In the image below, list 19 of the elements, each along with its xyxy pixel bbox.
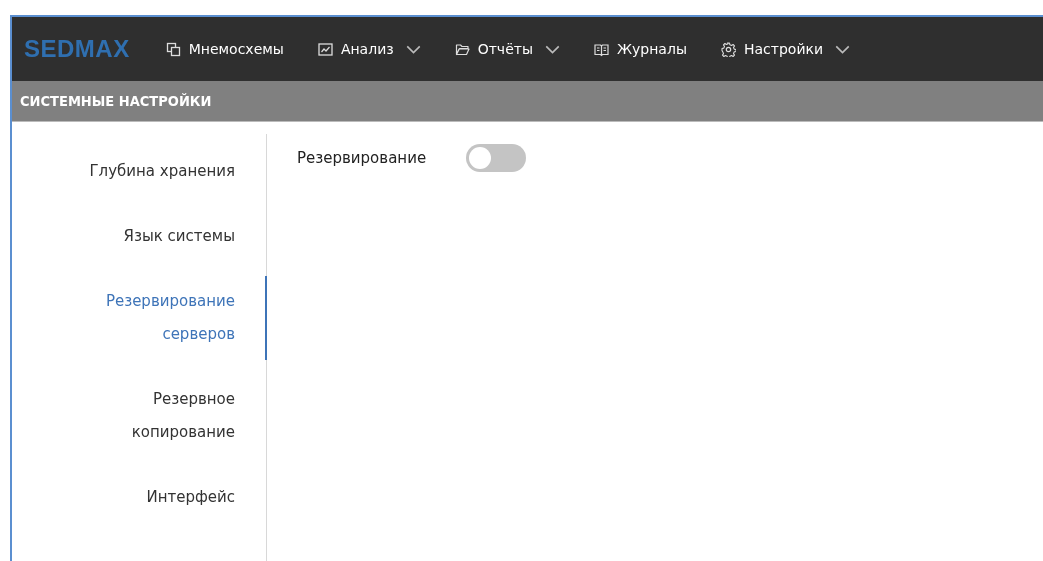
folder-icon: [454, 41, 470, 57]
book-icon: [593, 41, 609, 57]
nav-menu-item[interactable]: Отчёты: [454, 41, 560, 57]
chart-icon: [317, 41, 333, 57]
nav-menu-item[interactable]: Анализ: [317, 41, 421, 57]
nav-menu-item[interactable]: Журналы: [593, 41, 687, 57]
sidebar-item[interactable]: Резервирование серверов: [12, 276, 267, 360]
nav-menu-item[interactable]: Мнемосхемы: [165, 41, 284, 57]
logo: SEDMAX: [24, 35, 130, 63]
sidebar-item[interactable]: Интерфейс: [12, 472, 267, 523]
toggle-switch[interactable]: [466, 144, 527, 172]
settings-icon: [720, 41, 736, 57]
sidebar-item[interactable]: Язык системы: [12, 211, 267, 262]
page-title: СИСТЕМНЫЕ НАСТРОЙКИ: [20, 93, 212, 109]
sidebar-item[interactable]: Глубина хранения: [12, 146, 267, 197]
nav-menu-item[interactable]: Настройки: [720, 41, 851, 57]
windows-icon: [165, 41, 181, 57]
setting-label: Резервирование: [297, 149, 427, 167]
sidebar-item[interactable]: Резервное копирование: [12, 374, 267, 458]
